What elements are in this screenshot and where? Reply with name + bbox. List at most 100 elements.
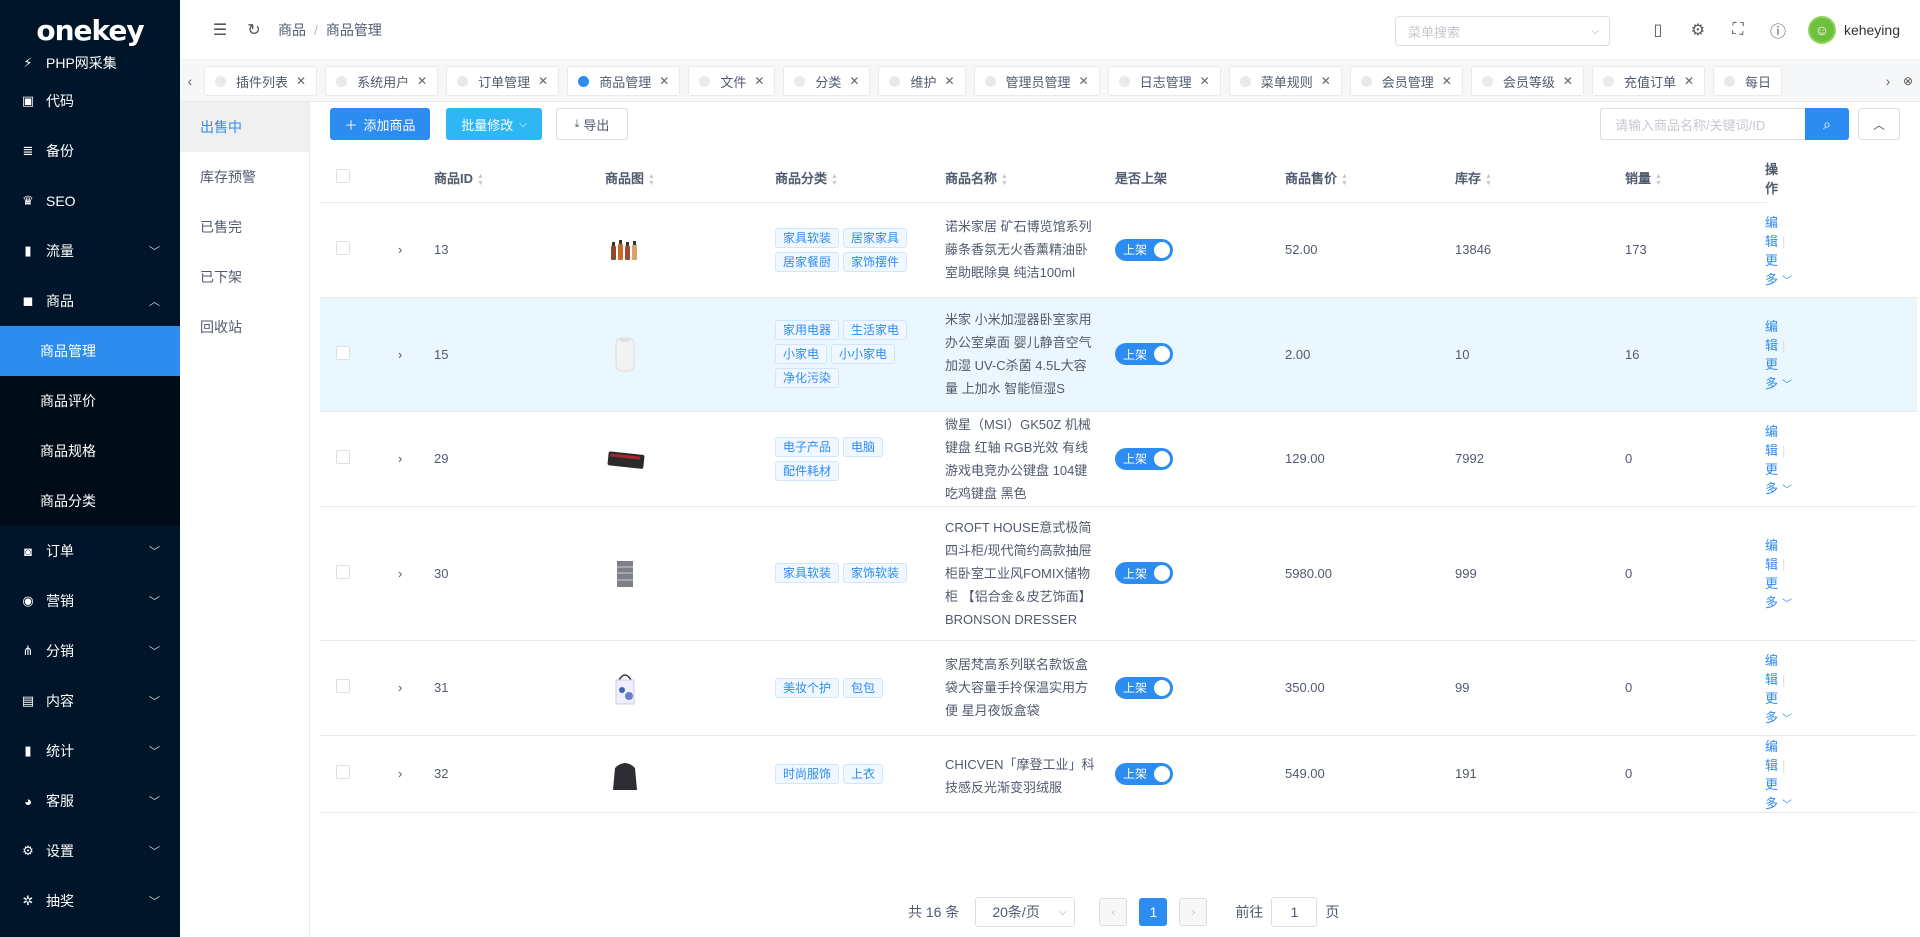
row-checkbox[interactable] — [336, 241, 350, 255]
sidebar-item-code[interactable]: ▣ 代码 — [0, 76, 180, 126]
chevron-down-icon[interactable]: ﹀ — [1782, 599, 1792, 610]
tab-item[interactable]: 会员等级 ✕ — [1470, 66, 1584, 96]
product-thumbnail[interactable] — [605, 439, 645, 479]
on-sale-toggle[interactable]: 上架 — [1115, 762, 1173, 785]
sidebar-item-shopping-bag[interactable]: ◼ 商品 ︿ — [0, 276, 180, 326]
page-size-select[interactable]: 20条/页 ⌵ — [975, 897, 1076, 927]
tab-item[interactable]: 订单管理 ✕ — [446, 66, 560, 96]
table-row[interactable]: › 30 家具软装 家饰软装 CROFT HOUSE意式极简四斗柜/现代简约高款抽屉柜卧… — [320, 506, 1917, 641]
row-checkbox[interactable] — [336, 679, 350, 693]
tab-item[interactable]: 插件列表 ✕ — [204, 66, 318, 96]
sort-icon[interactable]: ▲ ▼ — [1655, 173, 1662, 187]
col-category[interactable]: 商品分类 — [775, 171, 827, 186]
sidebar-item-order[interactable]: ◙ 订单 ﹀ — [0, 526, 180, 576]
table-row[interactable]: › 32 时尚服饰 上衣 CHICVEN「摩登工业」科技感反光渐变羽绒服 上架 549.00… — [320, 735, 1917, 813]
select-all-checkbox[interactable] — [336, 169, 350, 184]
chevron-down-icon[interactable]: ﹀ — [1782, 714, 1792, 725]
sidebar-subitem[interactable]: 商品分类 — [0, 476, 180, 526]
col-name[interactable]: 商品名称 — [945, 171, 997, 186]
status-nav-item[interactable]: 出售中 — [180, 102, 309, 152]
row-checkbox[interactable] — [336, 450, 350, 464]
product-thumbnail[interactable] — [605, 754, 645, 794]
breadcrumb-item-1[interactable]: 商品 — [278, 20, 306, 40]
close-icon[interactable]: ✕ — [849, 74, 859, 88]
table-row[interactable]: › 31 美妆个护 包包 家居梵高系列联名款饭盒袋大容量手拎保温实用方便 星月夜饭盒袋 上… — [320, 640, 1917, 736]
sidebar-item-bar-chart[interactable]: ▮ 流量 ﹀ — [0, 226, 180, 276]
menu-search-select[interactable]: 菜单搜索 ⌵ — [1395, 16, 1610, 46]
sidebar-item-distribution[interactable]: ⋔ 分销 ﹀ — [0, 626, 180, 676]
close-icon[interactable]: ✕ — [659, 74, 669, 88]
close-icon[interactable]: ✕ — [538, 74, 548, 88]
chevron-right-icon[interactable]: › — [398, 566, 402, 581]
table-row[interactable]: › 13 家具软装 居家家具 居家餐厨 家饰摆件 诺米家居 矿石博览馆系列藤条香氛无火香薰精… — [320, 202, 1917, 298]
row-checkbox[interactable] — [336, 765, 350, 779]
chevron-right-icon[interactable]: › — [398, 242, 402, 257]
close-icon[interactable]: ✕ — [1321, 74, 1331, 88]
tabs-scroll-right-icon[interactable]: › — [1878, 60, 1898, 102]
status-nav-item[interactable]: 已售完 — [180, 202, 309, 252]
close-icon[interactable]: ✕ — [1200, 74, 1210, 88]
sidebar-item-settings[interactable]: ⚙ 设置 ﹀ — [0, 826, 180, 876]
sidebar-item-statistics[interactable]: ▮ 统计 ﹀ — [0, 726, 180, 776]
tab-item[interactable]: 每日 — [1713, 66, 1783, 96]
product-thumbnail[interactable] — [605, 230, 645, 270]
prev-page-button[interactable]: ‹ — [1099, 898, 1128, 926]
col-id[interactable]: 商品ID — [434, 171, 473, 186]
sort-icon[interactable]: ▲ ▼ — [1341, 173, 1348, 187]
avatar[interactable]: ☺ — [1807, 16, 1836, 44]
next-page-button[interactable]: › — [1179, 898, 1208, 926]
close-icon[interactable]: ✕ — [944, 74, 954, 88]
mobile-icon[interactable]: ▯ — [1648, 20, 1668, 40]
tab-item[interactable]: 商品管理 ✕ — [567, 66, 681, 96]
sidebar-subitem[interactable]: 商品管理 — [0, 326, 180, 376]
on-sale-toggle[interactable]: 上架 — [1115, 343, 1173, 365]
status-nav-item[interactable]: 回收站 — [180, 302, 309, 352]
tab-item[interactable]: 分类 ✕ — [783, 66, 871, 96]
tab-item[interactable]: 日志管理 ✕ — [1107, 66, 1221, 96]
sidebar-item-content[interactable]: ▤ 内容 ﹀ — [0, 676, 180, 726]
close-icon[interactable]: ✕ — [417, 74, 427, 88]
tab-item[interactable]: 维护 ✕ — [878, 66, 966, 96]
close-icon[interactable]: ✕ — [1079, 74, 1089, 88]
gear-icon[interactable]: ⚙ — [1688, 20, 1708, 40]
chevron-down-icon[interactable]: ﹀ — [1782, 800, 1792, 811]
tab-item[interactable]: 会员管理 ✕ — [1349, 66, 1463, 96]
sidebar-subitem[interactable]: 商品规格 — [0, 426, 180, 476]
tab-item[interactable]: 充值订单 ✕ — [1591, 66, 1706, 96]
close-all-tabs-icon[interactable]: ⊗ — [1898, 60, 1918, 102]
sort-icon[interactable]: ▲ ▼ — [1485, 173, 1492, 187]
col-price[interactable]: 商品售价 — [1285, 171, 1337, 186]
chevron-down-icon[interactable]: ﹀ — [1782, 485, 1792, 496]
chevron-down-icon[interactable]: ﹀ — [1782, 276, 1792, 287]
tabs-scroll-left-icon[interactable]: ‹ — [180, 60, 200, 102]
col-sales[interactable]: 销量 — [1625, 171, 1651, 186]
chevron-right-icon[interactable]: › — [398, 347, 402, 362]
row-checkbox[interactable] — [336, 564, 350, 579]
on-sale-toggle[interactable]: 上架 — [1115, 447, 1173, 470]
username[interactable]: keheying — [1844, 22, 1900, 38]
tab-item[interactable]: 文件 ✕ — [688, 66, 776, 96]
close-icon[interactable]: ✕ — [1684, 74, 1694, 88]
col-image[interactable]: 商品图 — [605, 171, 644, 186]
on-sale-toggle[interactable]: 上架 — [1115, 676, 1173, 699]
product-thumbnail[interactable] — [605, 553, 645, 593]
on-sale-toggle[interactable]: 上架 — [1115, 238, 1173, 261]
tab-item[interactable]: 系统用户 ✕ — [325, 66, 439, 96]
sidebar-item-trophy[interactable]: ♛ SEO — [0, 176, 180, 226]
product-thumbnail[interactable] — [605, 668, 645, 708]
sidebar-item-customer-service[interactable]: ◕ 客服 ﹀ — [0, 776, 180, 826]
sort-icon[interactable]: ▲ ▼ — [477, 173, 484, 187]
page-number-current[interactable]: 1 — [1139, 898, 1168, 926]
sort-icon[interactable]: ▲ ▼ — [831, 173, 838, 187]
sidebar-item-lottery[interactable]: ✲ 抽奖 ﹀ — [0, 876, 180, 926]
fullscreen-icon[interactable]: ⛶ — [1728, 20, 1748, 40]
sidebar-item-php-collector[interactable]: ⚡ PHP网采集 — [0, 50, 180, 76]
status-nav-item[interactable]: 库存预警 — [180, 152, 309, 202]
sort-icon[interactable]: ▲ ▼ — [648, 173, 655, 187]
close-icon[interactable]: ✕ — [754, 74, 764, 88]
product-thumbnail[interactable] — [605, 334, 645, 374]
chevron-down-icon[interactable]: ﹀ — [1782, 380, 1792, 391]
tab-item[interactable]: 菜单规则 ✕ — [1228, 66, 1342, 96]
close-icon[interactable]: ✕ — [1442, 74, 1452, 88]
sidebar-item-database[interactable]: ≣ 备份 — [0, 126, 180, 176]
